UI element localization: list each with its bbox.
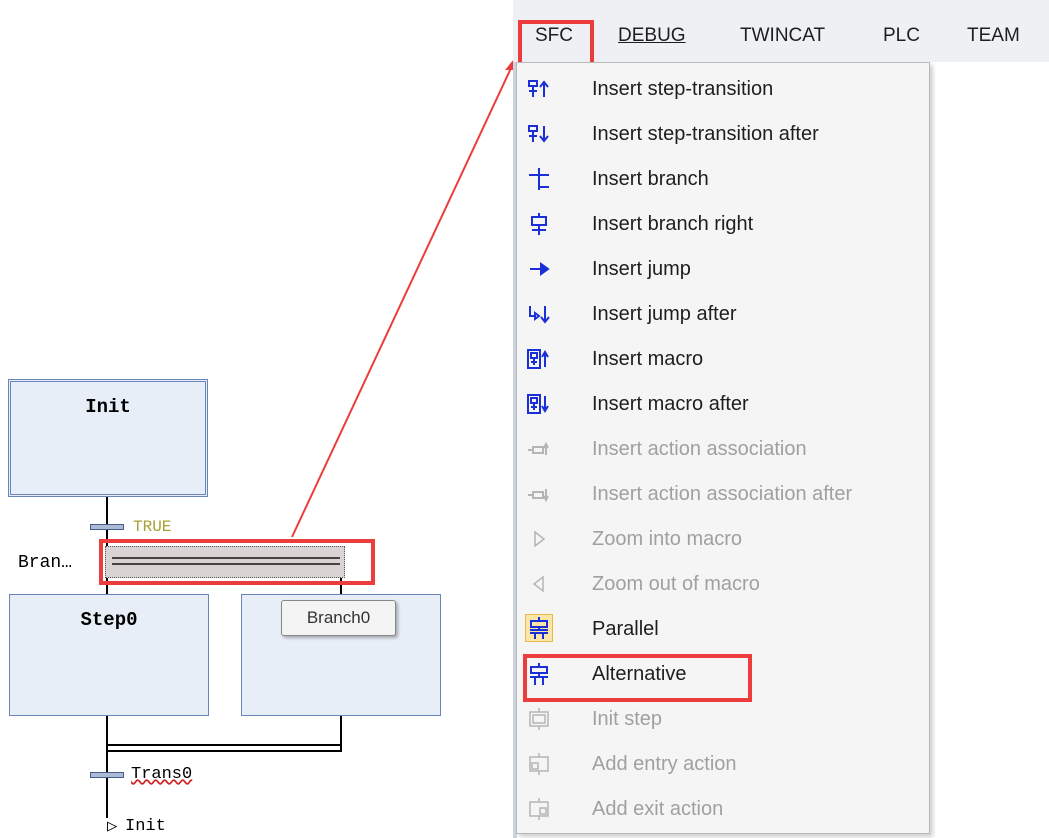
transition-true-bar[interactable] xyxy=(90,524,124,530)
init-step-icon xyxy=(527,707,551,731)
menu-item-insert-macro-after[interactable]: Insert macro after xyxy=(516,382,930,426)
branch-icon xyxy=(527,167,551,191)
menu-twincat[interactable]: TWINCAT xyxy=(740,25,825,47)
step0[interactable]: Step0 xyxy=(9,594,209,716)
menu-item-zoom-out-of-macro[interactable]: Zoom out of macro xyxy=(516,562,930,606)
parallel-icon xyxy=(525,614,553,642)
jump-target-label: Init xyxy=(125,817,166,836)
menu-item-label: Insert jump after xyxy=(592,303,737,325)
branch-join-line xyxy=(106,750,342,752)
menu-debug[interactable]: DEBUG xyxy=(618,25,686,47)
branch0-tooltip: Branch0 xyxy=(281,600,396,636)
branch-join-line xyxy=(106,744,342,746)
menu-item-insert-action-association-after[interactable]: Insert action association after xyxy=(516,472,930,516)
jump-arrow-icon: ▷ xyxy=(107,818,118,837)
menu-item-label: Insert jump xyxy=(592,258,691,280)
branch-right-icon xyxy=(527,212,551,236)
menu-item-label: Insert action association after xyxy=(592,483,853,505)
branch-label: Bran… xyxy=(18,553,73,573)
menu-item-label: Zoom into macro xyxy=(592,528,743,550)
menu-item-insert-branch[interactable]: Insert branch xyxy=(516,157,930,201)
jump-after-icon xyxy=(527,302,551,326)
menu-item-insert-step-transition-after[interactable]: Insert step-transition after xyxy=(516,112,930,156)
transition0-label: Trans0 xyxy=(131,765,193,784)
menu-team[interactable]: TEAM xyxy=(967,25,1020,47)
menu-item-label: Insert macro xyxy=(592,348,704,370)
menu-item-insert-action-association[interactable]: Insert action association xyxy=(516,427,930,471)
menu-item-label: Insert macro after xyxy=(592,393,749,415)
menu-item-insert-branch-right[interactable]: Insert branch right xyxy=(516,202,930,246)
menu-item-insert-macro[interactable]: Insert macro xyxy=(516,337,930,381)
connector-line xyxy=(340,716,342,752)
jump-arrow-icon xyxy=(527,257,551,281)
action-association-after-icon xyxy=(527,482,551,506)
init-step[interactable]: Init xyxy=(8,379,208,497)
step-transition-down-icon xyxy=(527,122,551,146)
menu-item-insert-jump[interactable]: Insert jump xyxy=(516,247,930,291)
macro-down-icon xyxy=(527,392,551,416)
menu-item-label: Zoom out of macro xyxy=(592,573,760,595)
menu-item-zoom-into-macro[interactable]: Zoom into macro xyxy=(516,517,930,561)
macro-up-icon xyxy=(527,347,551,371)
menu-item-label: Parallel xyxy=(592,618,659,640)
entry-action-icon xyxy=(527,752,551,776)
menu-item-label: Add entry action xyxy=(592,753,737,775)
branch-highlight xyxy=(99,539,375,585)
init-step-label: Init xyxy=(85,396,131,418)
menu-plc[interactable]: PLC xyxy=(883,25,920,47)
menu-item-insert-step-transition[interactable]: Insert step-transition xyxy=(516,67,930,111)
sfc-menu-highlight xyxy=(518,20,594,68)
transition-true-label: TRUE xyxy=(133,518,172,536)
exit-action-icon xyxy=(527,797,551,821)
menu-item-add-entry-action[interactable]: Add entry action xyxy=(516,742,930,786)
menu-item-label: Insert branch xyxy=(592,168,709,190)
menu-item-insert-jump-after[interactable]: Insert jump after xyxy=(516,292,930,336)
menu-item-label: Insert action association xyxy=(592,438,807,460)
menu-item-label: Insert branch right xyxy=(592,213,754,235)
step-transition-up-icon xyxy=(527,77,551,101)
menu-item-label: Insert step-transition after xyxy=(592,123,819,145)
menu-item-add-exit-action[interactable]: Add exit action xyxy=(516,787,930,831)
action-association-icon xyxy=(527,437,551,461)
zoom-in-macro-icon xyxy=(527,527,551,551)
menu-item-init-step[interactable]: Init step xyxy=(516,697,930,741)
zoom-out-macro-icon xyxy=(527,572,551,596)
menu-item-parallel[interactable]: Parallel xyxy=(516,607,930,651)
connector-line xyxy=(106,716,108,778)
menu-item-label: Add exit action xyxy=(592,798,724,820)
alternative-highlight xyxy=(523,654,752,702)
menu-item-label: Init step xyxy=(592,708,663,730)
menu-item-label: Insert step-transition xyxy=(592,78,774,100)
connector-line xyxy=(106,778,108,818)
step0-label: Step0 xyxy=(80,609,138,631)
